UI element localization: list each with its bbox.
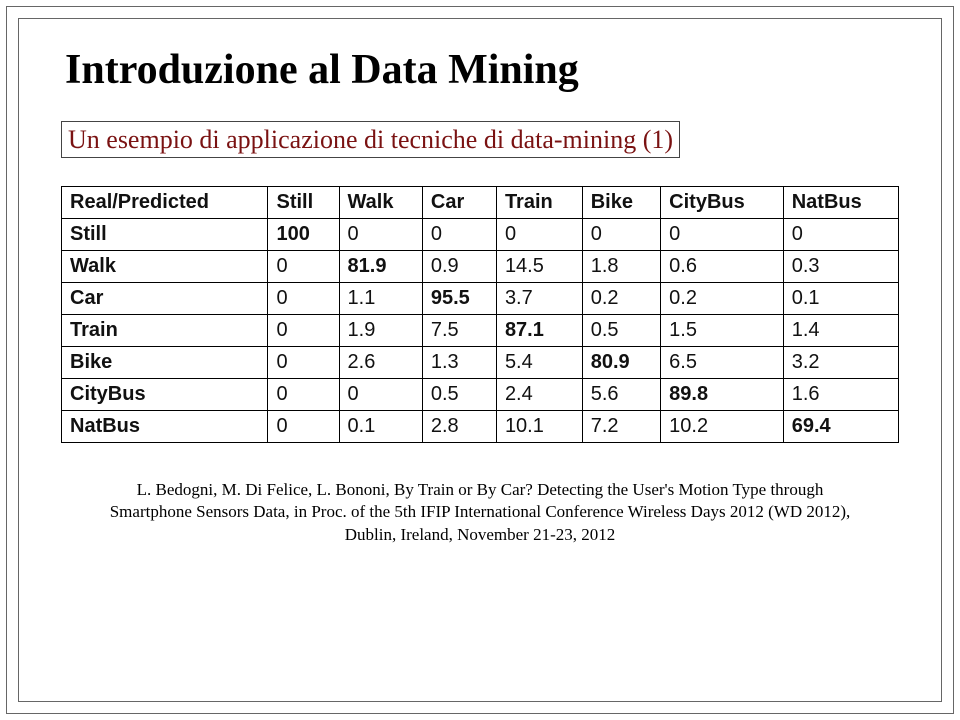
cell: 5.4 [496,347,582,379]
cell: 0.5 [422,379,496,411]
cell: 89.8 [661,379,784,411]
cell: 1.1 [339,283,422,315]
col-header: Still [268,187,339,219]
cell: 80.9 [582,347,660,379]
table-row: CityBus 0 0 0.5 2.4 5.6 89.8 1.6 [62,379,899,411]
cell: 10.2 [661,411,784,443]
cell: 0 [268,347,339,379]
cell: 1.9 [339,315,422,347]
subtitle-row: Un esempio di applicazione di tecniche d… [61,121,899,158]
cell: 0 [268,379,339,411]
col-header: Train [496,187,582,219]
cell: 0.1 [339,411,422,443]
cell: 1.3 [422,347,496,379]
cell: 0 [268,411,339,443]
cell: 100 [268,219,339,251]
cell: 0 [268,251,339,283]
table-row: NatBus 0 0.1 2.8 10.1 7.2 10.2 69.4 [62,411,899,443]
cell: 87.1 [496,315,582,347]
cell: 0.1 [783,283,898,315]
slide-title: Introduzione al Data Mining [61,47,899,99]
row-header: Walk [62,251,268,283]
row-header: Still [62,219,268,251]
cell: 0 [661,219,784,251]
cell: 95.5 [422,283,496,315]
cell: 6.5 [661,347,784,379]
table-corner-cell: Real/Predicted [62,187,268,219]
cell: 0.3 [783,251,898,283]
table-row: Still 100 0 0 0 0 0 0 [62,219,899,251]
citation-text: L. Bedogni, M. Di Felice, L. Bononi, By … [61,479,899,545]
table-row: Bike 0 2.6 1.3 5.4 80.9 6.5 3.2 [62,347,899,379]
row-header: Train [62,315,268,347]
cell: 0 [339,379,422,411]
row-header: CityBus [62,379,268,411]
cell: 7.5 [422,315,496,347]
cell: 0.9 [422,251,496,283]
table-header-row: Real/Predicted Still Walk Car Train Bike… [62,187,899,219]
table-row: Train 0 1.9 7.5 87.1 0.5 1.5 1.4 [62,315,899,347]
col-header: Bike [582,187,660,219]
cell: 0.6 [661,251,784,283]
row-header: Car [62,283,268,315]
slide-frame: Introduzione al Data Mining Un esempio d… [18,18,942,702]
cell: 1.4 [783,315,898,347]
cell: 0.2 [661,283,784,315]
cell: 3.7 [496,283,582,315]
cell: 7.2 [582,411,660,443]
cell: 0 [422,219,496,251]
cell: 0 [582,219,660,251]
cell: 0 [783,219,898,251]
cell: 0.2 [582,283,660,315]
confusion-matrix: Real/Predicted Still Walk Car Train Bike… [61,186,899,443]
cell: 14.5 [496,251,582,283]
cell: 2.8 [422,411,496,443]
confusion-matrix-table: Real/Predicted Still Walk Car Train Bike… [61,186,899,443]
cell: 0.5 [582,315,660,347]
cell: 1.8 [582,251,660,283]
col-header: CityBus [661,187,784,219]
cell: 10.1 [496,411,582,443]
slide-subtitle: Un esempio di applicazione di tecniche d… [61,121,680,158]
col-header: Car [422,187,496,219]
cell: 1.5 [661,315,784,347]
cell: 1.6 [783,379,898,411]
row-header: Bike [62,347,268,379]
cell: 0 [339,219,422,251]
cell: 0 [268,283,339,315]
cell: 2.6 [339,347,422,379]
cell: 69.4 [783,411,898,443]
cell: 5.6 [582,379,660,411]
cell: 3.2 [783,347,898,379]
row-header: NatBus [62,411,268,443]
cell: 0 [496,219,582,251]
cell: 2.4 [496,379,582,411]
col-header: Walk [339,187,422,219]
cell: 81.9 [339,251,422,283]
table-row: Walk 0 81.9 0.9 14.5 1.8 0.6 0.3 [62,251,899,283]
col-header: NatBus [783,187,898,219]
cell: 0 [268,315,339,347]
table-row: Car 0 1.1 95.5 3.7 0.2 0.2 0.1 [62,283,899,315]
